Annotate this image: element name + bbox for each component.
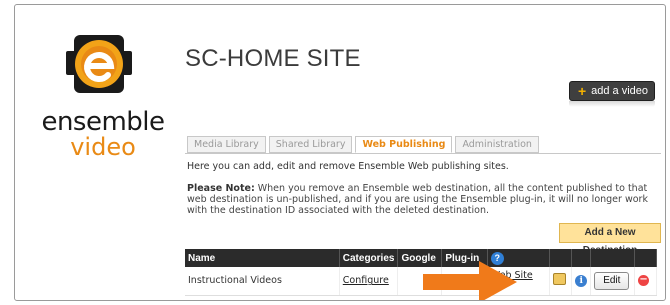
brand-subtitle: video bbox=[70, 133, 136, 161]
info-icon[interactable]: i bbox=[575, 274, 588, 287]
plus-icon: + bbox=[578, 83, 587, 99]
table-row: Instructional Videos Configure Web Site … bbox=[185, 267, 657, 296]
row-name: Instructional Videos bbox=[185, 267, 340, 296]
main-content: SC-HOME SITE + add a video Media Library… bbox=[185, 5, 661, 300]
tab-bar: Media Library Shared Library Web Publish… bbox=[187, 136, 539, 153]
row-delete: − bbox=[634, 267, 657, 296]
edit-button[interactable]: Edit bbox=[594, 271, 630, 290]
column-header-blank-2 bbox=[571, 249, 592, 267]
column-header-categories: Categories bbox=[339, 249, 399, 267]
page-title: SC-HOME SITE bbox=[185, 45, 361, 72]
brand-wordmark: ensemble bbox=[41, 107, 165, 137]
sidebar: ensemble video bbox=[15, 5, 175, 300]
row-edit: Edit bbox=[590, 267, 636, 296]
add-destination-button[interactable]: Add a New Destination bbox=[559, 223, 661, 256]
row-categories: Configure bbox=[339, 267, 399, 296]
delete-destination-icon[interactable]: − bbox=[638, 275, 650, 287]
row-package bbox=[549, 267, 573, 296]
note-label: Please Note: bbox=[187, 183, 255, 194]
note-text: Please Note: When you remove an Ensemble… bbox=[187, 183, 657, 216]
package-icon[interactable] bbox=[553, 273, 567, 286]
tab-media-library[interactable]: Media Library bbox=[187, 136, 266, 153]
column-header-name: Name bbox=[185, 249, 340, 267]
tab-web-publishing[interactable]: Web Publishing bbox=[355, 136, 453, 153]
ensemble-logo-icon bbox=[66, 35, 132, 93]
add-video-label: add a video bbox=[591, 85, 648, 97]
column-header-blank-3 bbox=[590, 249, 636, 267]
configure-link[interactable]: Configure bbox=[343, 275, 389, 286]
intro-text: Here you can add, edit and remove Ensemb… bbox=[187, 161, 509, 172]
column-header-blank-1 bbox=[549, 249, 573, 267]
orange-arrow-annotation bbox=[423, 261, 517, 300]
row-info: i bbox=[571, 267, 592, 296]
tab-administration[interactable]: Administration bbox=[455, 136, 539, 153]
tab-shared-library[interactable]: Shared Library bbox=[268, 136, 353, 153]
add-video-reflection bbox=[569, 101, 655, 107]
tab-divider bbox=[185, 153, 661, 154]
column-header-blank-4 bbox=[634, 249, 657, 267]
destinations-table: Name Categories Google Plug-in ? Instruc… bbox=[185, 249, 657, 296]
add-video-button[interactable]: + add a video bbox=[569, 81, 655, 101]
note-body: When you remove an Ensemble web destinat… bbox=[187, 183, 648, 216]
table-header-row: Name Categories Google Plug-in ? bbox=[185, 249, 657, 267]
app-frame: ensemble video SC-HOME SITE + add a vide… bbox=[14, 4, 666, 301]
